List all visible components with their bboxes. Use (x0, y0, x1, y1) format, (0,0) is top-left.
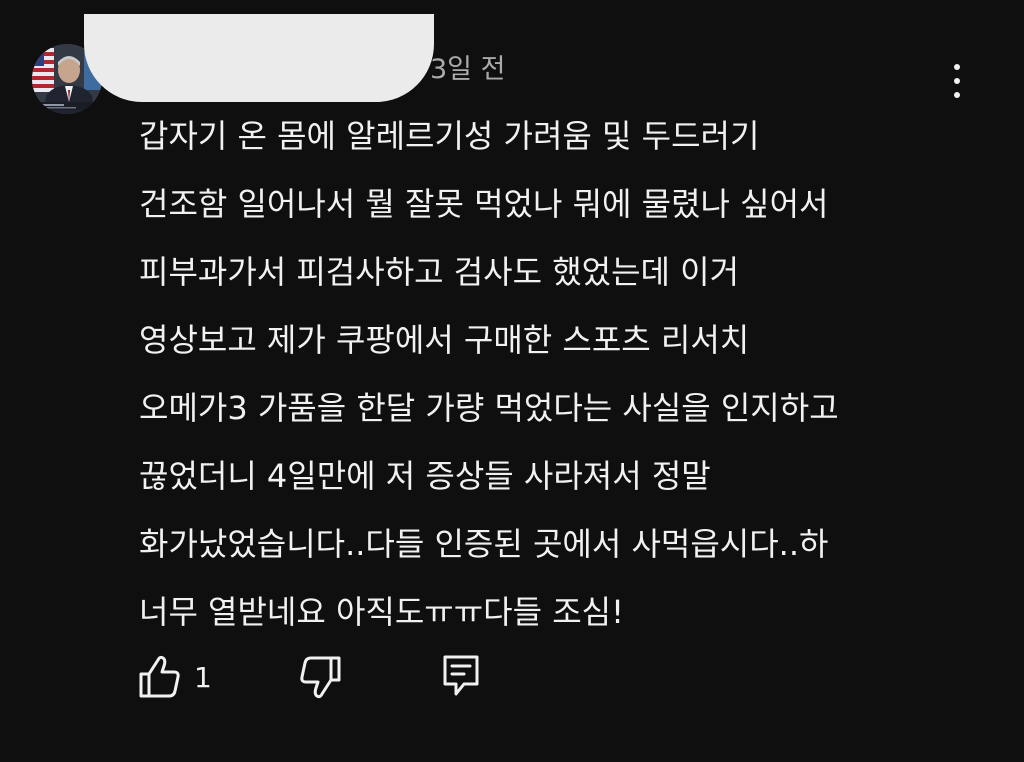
comment-line: 갑자기 온 몸에 알레르기성 가려움 및 두드러기 (139, 117, 760, 155)
comment-line: 피부과가서 피검사하고 검사도 했었는데 이거 (139, 253, 740, 291)
like-count: 1 (194, 661, 212, 694)
thumbs-down-icon (300, 656, 341, 699)
dislike-button[interactable] (298, 654, 342, 702)
comment-line: 끊었더니 4일만에 저 증상들 사라져서 정말 (139, 457, 711, 495)
comment-line: 오메가3 가품을 한달 가량 먹었다는 사실을 인지하고 (139, 389, 839, 427)
like-button[interactable] (138, 652, 182, 700)
comment-line: 너무 열받네요 아직도ㅠㅠ다들 조심! (139, 593, 624, 631)
comment-line: 영상보고 제가 쿠팡에서 구매한 스포츠 리서치 (139, 321, 750, 359)
comment-body: 갑자기 온 몸에 알레르기성 가려움 및 두드러기 건조함 일어나서 뭘 잘못 … (139, 102, 999, 646)
reply-comment-icon (443, 655, 479, 696)
comment-line: 건조함 일어나서 뭘 잘못 먹었나 뭐에 물렸나 싶어서 (139, 185, 829, 223)
comment-timestamp[interactable]: 3일 전 (430, 52, 505, 88)
comment-line: 화가났었습니다..다들 인증된 곳에서 사먹읍시다..하 (139, 525, 829, 563)
more-vertical-icon[interactable] (940, 56, 974, 106)
redacted-author-name (84, 14, 434, 102)
reply-button[interactable] (440, 652, 484, 700)
thumbs-up-icon (139, 655, 180, 698)
